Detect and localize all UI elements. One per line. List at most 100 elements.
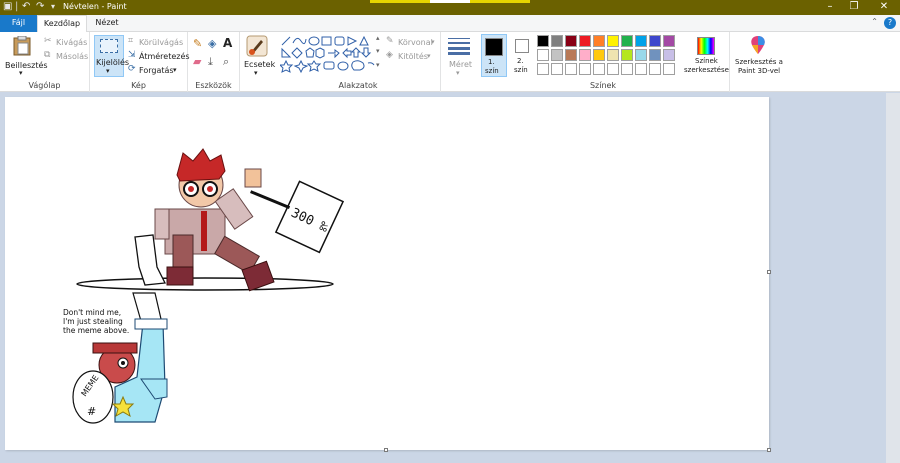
red-character — [154, 148, 275, 292]
palette-swatch[interactable] — [607, 49, 619, 61]
palette-swatch[interactable] — [607, 35, 619, 47]
outline-button[interactable]: Körvonal — [398, 38, 433, 47]
colors-group-label: Színek — [589, 81, 617, 90]
drawing-artwork: 300 ‰ Don't mind me, I'm just stealing t… — [63, 148, 345, 424]
rotate-dropdown-icon[interactable]: ▾ — [173, 66, 177, 74]
brushes-button[interactable]: Ecsetek ▾ — [240, 32, 275, 92]
undo-icon[interactable]: ↶ — [22, 1, 30, 13]
tab-home[interactable]: Kezdőlap — [37, 15, 87, 33]
paint-app-icon[interactable]: ▣ — [3, 1, 12, 13]
palette-swatch[interactable] — [565, 49, 577, 61]
shapes-expand-icon[interactable]: ▾ — [376, 61, 380, 69]
palette-swatch[interactable] — [649, 49, 661, 61]
window-title: Névtelen - Paint — [63, 2, 127, 11]
maximize-button[interactable]: ❐ — [840, 0, 868, 15]
palette-swatch[interactable] — [579, 49, 591, 61]
size-button[interactable]: Méret ▾ — [441, 32, 477, 92]
palette-swatch[interactable] — [635, 35, 647, 47]
palette-swatch[interactable] — [663, 35, 675, 47]
tab-view[interactable]: Nézet — [88, 15, 126, 32]
paint3d-label-1: Szerkesztés a — [735, 58, 783, 66]
color1-label-num: 1. — [488, 58, 495, 66]
palette-swatch[interactable] — [635, 63, 647, 75]
palette-swatch[interactable] — [649, 63, 661, 75]
shapes-scroll-down-icon[interactable]: ▾ — [376, 47, 380, 55]
palette-swatch[interactable] — [565, 63, 577, 75]
paint3d-label-2: Paint 3D-vel — [738, 67, 781, 75]
edit-colors-label-1: Színek — [695, 57, 718, 65]
palette-swatch[interactable] — [537, 63, 549, 75]
tools-group-label: Eszközök — [195, 81, 232, 90]
fill-bucket-icon[interactable]: ◈ — [208, 38, 216, 49]
palette-swatch[interactable] — [621, 63, 633, 75]
hole-ellipse — [76, 277, 334, 291]
shapes-scroll-up-icon[interactable]: ▴ — [376, 34, 380, 42]
fill-icon: ◈ — [386, 50, 393, 60]
eraser-icon[interactable]: ▰ — [193, 56, 201, 67]
palette-swatch[interactable] — [621, 49, 633, 61]
group-colors: 1. szín 2. szín Színek szerkesztése Szín… — [477, 32, 730, 92]
palette-swatch[interactable] — [593, 35, 605, 47]
group-tools: ✎ ◈ A ▰ ⤓ ⌕ Eszközök — [188, 32, 240, 92]
resize-handle-right[interactable] — [767, 270, 771, 274]
outline-dropdown-icon[interactable]: ▾ — [431, 38, 435, 46]
paint3d-icon — [751, 36, 765, 54]
shapes-gallery[interactable] — [280, 35, 376, 75]
rotate-button[interactable]: Forgatás — [139, 66, 174, 75]
caption-line-3: the meme above. — [63, 326, 129, 335]
palette-swatch[interactable] — [663, 63, 675, 75]
text-icon[interactable]: A — [223, 37, 232, 49]
palette-swatch[interactable] — [621, 35, 633, 47]
color2-button[interactable]: 2. szín — [511, 34, 535, 77]
palette-swatch[interactable] — [565, 35, 577, 47]
bag-symbol: # — [87, 405, 96, 418]
edit-colors-label-2: szerkesztése — [684, 66, 729, 74]
palette-swatch[interactable] — [663, 49, 675, 61]
select-icon — [100, 39, 118, 53]
copy-icon: ⧉ — [44, 50, 51, 60]
help-icon[interactable]: ? — [884, 17, 896, 29]
paste-button[interactable]: Beillesztés ▾ — [3, 35, 48, 77]
palette-swatch[interactable] — [537, 35, 549, 47]
caption-line-1: Don't mind me, — [63, 308, 121, 317]
edit-paint3d-button[interactable]: Szerkesztés a Paint 3D-vel — [731, 32, 786, 92]
palette-swatch[interactable] — [593, 63, 605, 75]
palette-swatch[interactable] — [579, 35, 591, 47]
resize-handle-bottom[interactable] — [384, 448, 388, 452]
drawing-canvas[interactable]: 300 ‰ Don't mind me, I'm just stealing t… — [5, 97, 769, 450]
color1-button[interactable]: 1. szín — [481, 34, 507, 77]
group-clipboard: Beillesztés ▾ ✂ Kivágás ⧉ Másolás Vágóla… — [0, 32, 90, 92]
shapes-group-label: Alakzatok — [338, 81, 378, 90]
white-leg — [134, 234, 167, 286]
color2-swatch — [515, 39, 529, 53]
pencil-icon[interactable]: ✎ — [193, 38, 202, 49]
select-button[interactable]: Kijelölés ▾ — [94, 35, 129, 77]
color2-label: szín — [514, 66, 528, 74]
fill-button[interactable]: Kitöltés — [398, 52, 428, 61]
cut-button[interactable]: Kivágás — [56, 38, 87, 47]
copy-button[interactable]: Másolás — [56, 52, 88, 61]
palette-swatch[interactable] — [551, 35, 563, 47]
close-button[interactable]: ✕ — [870, 0, 898, 15]
crop-button[interactable]: Körülvágás — [139, 38, 183, 47]
palette-swatch[interactable] — [593, 49, 605, 61]
palette-swatch[interactable] — [551, 49, 563, 61]
tab-file[interactable]: Fájl — [0, 15, 37, 32]
resize-handle-corner[interactable] — [767, 448, 771, 452]
redo-icon[interactable]: ↷ — [36, 1, 44, 13]
fill-dropdown-icon[interactable]: ▾ — [427, 52, 431, 60]
palette-swatch[interactable] — [551, 63, 563, 75]
quick-access-dropdown-icon[interactable]: ▾ — [51, 1, 55, 13]
color-picker-icon[interactable]: ⤓ — [208, 56, 213, 67]
palette-swatch[interactable] — [579, 63, 591, 75]
resize-button[interactable]: Átméretezés — [139, 52, 190, 61]
palette-swatch[interactable] — [537, 49, 549, 61]
canvas-area[interactable]: 300 ‰ Don't mind me, I'm just stealing t… — [0, 93, 900, 463]
magnifier-icon[interactable]: ⌕ — [223, 56, 229, 67]
edit-colors-button[interactable]: Színek szerkesztése — [681, 34, 729, 77]
palette-swatch[interactable] — [635, 49, 647, 61]
vertical-scrollbar[interactable] — [886, 93, 900, 463]
palette-swatch[interactable] — [607, 63, 619, 75]
palette-swatch[interactable] — [649, 35, 661, 47]
collapse-ribbon-icon[interactable]: ⌃ — [871, 17, 878, 26]
